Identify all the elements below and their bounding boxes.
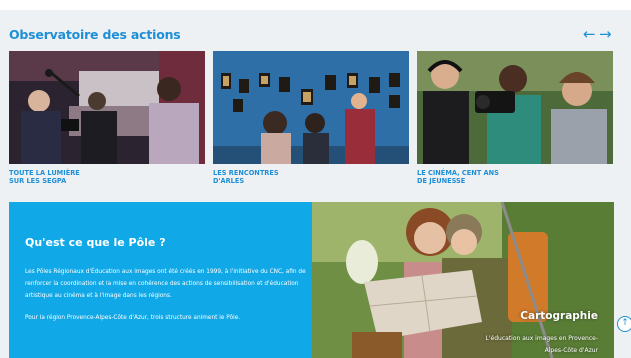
scroll-to-top-icon[interactable]: ↑	[617, 316, 631, 332]
cartographie-subtitle: L'éducation aux images en Provence-Alpes…	[485, 335, 598, 354]
card-title[interactable]: LE CINÉMA, CENT ANS DE JEUNESSE	[417, 169, 613, 185]
cartographie-title[interactable]: Cartographie	[520, 310, 598, 322]
card-title[interactable]: TOUTE LA LUMIÈRE SUR LES SEGPA	[9, 169, 205, 185]
pole-paragraph: Les Pôles Régionaux d'Éducation aux imag…	[25, 269, 306, 299]
card-image[interactable]	[9, 51, 205, 164]
pole-description: Les Pôles Régionaux d'Éducation aux imag…	[25, 266, 310, 324]
card-image[interactable]	[213, 51, 409, 164]
pole-info-panel: Qu'est ce que le Pôle ? Les Pôles Région…	[9, 202, 312, 358]
action-card[interactable]: LES RENCONTRES D'ARLES	[213, 51, 409, 188]
pole-paragraph: Pour la région Provence-Alpes-Côte d'Azu…	[25, 315, 241, 321]
cartographie-panel[interactable]: Cartographie L'éducation aux images en P…	[312, 202, 614, 358]
section-title: Observatoire des actions	[9, 27, 181, 42]
arrow-right-icon[interactable]: →	[599, 25, 612, 43]
card-image[interactable]	[417, 51, 613, 164]
action-card[interactable]: TOUTE LA LUMIÈRE SUR LES SEGPA	[9, 51, 205, 188]
pole-title: Qu'est ce que le Pôle ?	[25, 236, 166, 249]
arrow-left-icon[interactable]: ←	[583, 25, 596, 43]
action-card[interactable]: LE CINÉMA, CENT ANS DE JEUNESSE	[417, 51, 613, 188]
card-title[interactable]: LES RENCONTRES D'ARLES	[213, 169, 409, 185]
